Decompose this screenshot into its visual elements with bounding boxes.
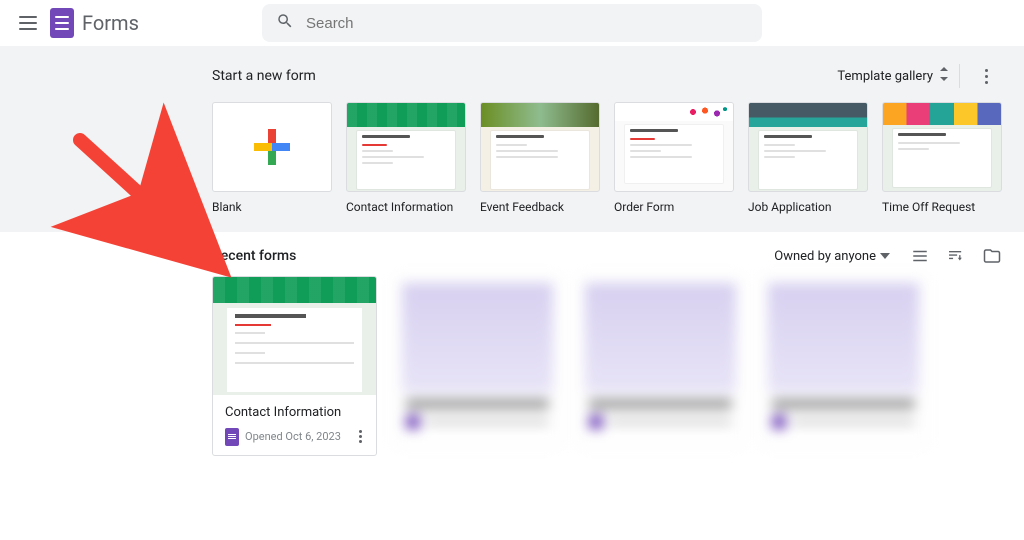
- list-view-button[interactable]: [910, 246, 930, 266]
- recent-doc-blurred: [761, 276, 926, 446]
- doc-more-button[interactable]: [355, 426, 366, 447]
- template-thumb: [614, 102, 734, 192]
- open-file-picker-button[interactable]: [982, 246, 1002, 266]
- search-bar[interactable]: [262, 4, 762, 42]
- recent-docs-row: Contact Information Opened Oct 6, 2023: [212, 276, 1002, 456]
- hamburger-icon: [19, 16, 37, 30]
- recent-doc-card[interactable]: Contact Information Opened Oct 6, 2023: [212, 276, 377, 456]
- doc-thumbnail: [213, 277, 376, 395]
- template-more-button[interactable]: [970, 60, 1002, 92]
- template-section-title: Start a new form: [212, 68, 316, 84]
- sort-az-icon: [947, 247, 965, 265]
- template-row: Blank Contact Information Event Feedback: [212, 102, 1002, 214]
- template-label: Event Feedback: [480, 200, 600, 214]
- forms-file-icon: [225, 428, 239, 446]
- divider: [959, 64, 960, 88]
- recent-doc-blurred: [395, 276, 560, 446]
- template-thumb: [882, 102, 1002, 192]
- app-title: Forms: [82, 11, 139, 35]
- main-menu-button[interactable]: [8, 3, 48, 43]
- recent-forms-section: Recent forms Owned by anyone: [0, 232, 1024, 470]
- template-label: Contact Information: [346, 200, 466, 214]
- more-vert-icon: [985, 69, 988, 84]
- recent-doc-blurred: [578, 276, 743, 446]
- app-header: Forms: [0, 0, 1024, 46]
- template-thumb: [748, 102, 868, 192]
- search-icon: [276, 12, 294, 34]
- recent-section-title: Recent forms: [212, 248, 296, 264]
- ownership-filter-button[interactable]: Owned by anyone: [774, 249, 890, 264]
- template-thumb: [480, 102, 600, 192]
- search-input[interactable]: [306, 15, 748, 32]
- template-gallery-label: Template gallery: [837, 69, 933, 84]
- template-time-off-request[interactable]: Time Off Request: [882, 102, 1002, 214]
- sort-button[interactable]: [946, 246, 966, 266]
- template-label: Order Form: [614, 200, 734, 214]
- template-order-form[interactable]: Order Form: [614, 102, 734, 214]
- folder-icon: [983, 247, 1001, 265]
- template-blank[interactable]: Blank: [212, 102, 332, 214]
- template-gallery-section: Start a new form Template gallery: [0, 46, 1024, 232]
- template-thumb: [212, 102, 332, 192]
- expand-icon: [939, 67, 949, 85]
- template-event-feedback[interactable]: Event Feedback: [480, 102, 600, 214]
- template-thumb: [346, 102, 466, 192]
- doc-title: Contact Information: [225, 405, 366, 420]
- template-job-application[interactable]: Job Application: [748, 102, 868, 214]
- list-icon: [911, 247, 929, 265]
- forms-logo-icon[interactable]: [50, 8, 74, 38]
- template-label: Blank: [212, 200, 332, 214]
- ownership-filter-label: Owned by anyone: [774, 249, 876, 264]
- plus-icon: [254, 129, 290, 165]
- doc-opened-date: Opened Oct 6, 2023: [245, 430, 349, 443]
- chevron-down-icon: [880, 253, 890, 259]
- template-contact-information[interactable]: Contact Information: [346, 102, 466, 214]
- template-gallery-button[interactable]: Template gallery: [837, 67, 949, 85]
- template-label: Time Off Request: [882, 200, 1002, 214]
- template-label: Job Application: [748, 200, 868, 214]
